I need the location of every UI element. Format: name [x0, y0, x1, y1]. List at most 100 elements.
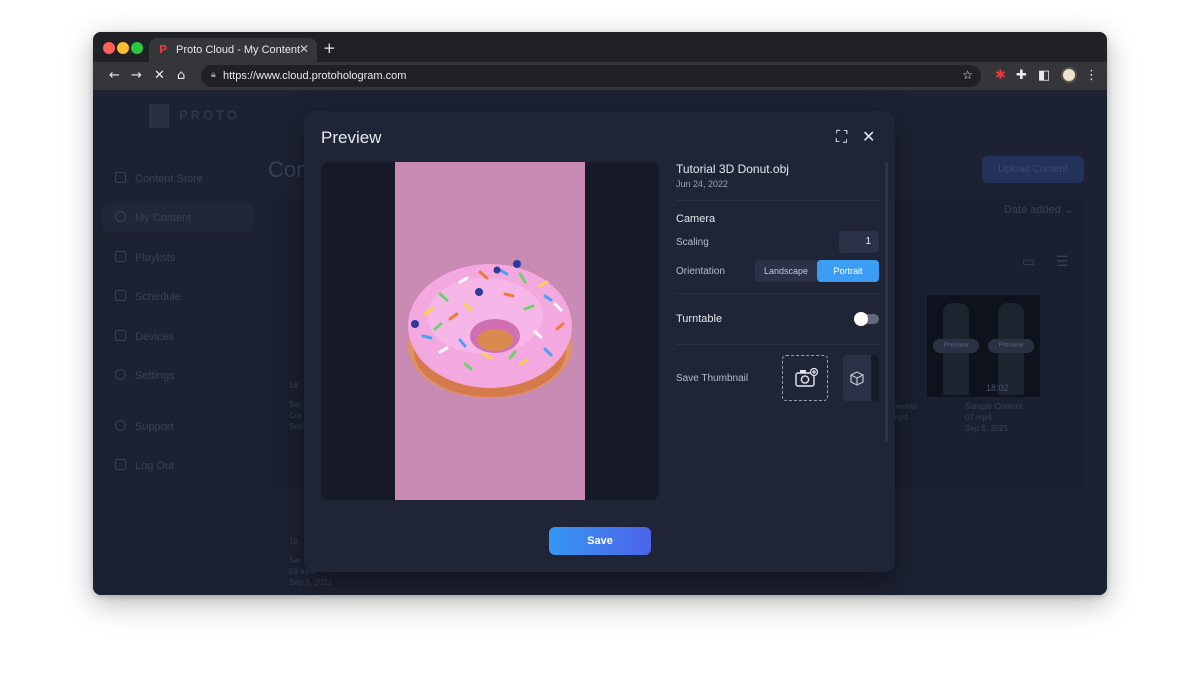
side-panel-icon[interactable]: ◧	[1038, 68, 1050, 83]
sort-dropdown[interactable]: Date added ⌄	[1004, 203, 1073, 216]
preview-badge[interactable]: Preview	[988, 339, 1034, 353]
sidebar-item-label: My Content	[135, 212, 192, 224]
fullscreen-icon[interactable]: ⛶	[836, 129, 847, 145]
portrait-preview-frame	[395, 162, 585, 500]
scaling-input[interactable]: 1	[839, 231, 879, 253]
thumbnail-preview[interactable]	[843, 355, 879, 401]
camera-plus-icon	[795, 367, 819, 387]
cart-icon	[115, 172, 126, 183]
app-background: PROTO Content Store My Content Playlists…	[93, 90, 1107, 595]
3d-box-icon	[850, 371, 864, 386]
proto-logo-mark-icon	[149, 104, 169, 128]
landscape-option[interactable]: Landscape	[755, 260, 817, 282]
scaling-label: Scaling	[676, 237, 709, 248]
tab-strip: P Proto Cloud - My Content ✕ +	[93, 32, 1107, 62]
browser-menu-icon[interactable]: ⋮	[1085, 68, 1098, 83]
portrait-option[interactable]: Portrait	[817, 260, 879, 282]
file-date: Jun 24, 2022	[676, 179, 729, 189]
sidebar-item-label: Content Store	[135, 173, 203, 185]
save-thumbnail-label: Save Thumbnail	[676, 373, 749, 384]
divider	[676, 200, 880, 201]
proto-logo: PROTO	[149, 104, 240, 128]
stop-loading-icon[interactable]: ✕	[154, 68, 165, 83]
sidebar-item-schedule[interactable]: Schedule	[115, 290, 181, 303]
calendar-icon	[115, 290, 126, 301]
browser-tab[interactable]: P Proto Cloud - My Content ✕	[149, 38, 317, 62]
address-bar[interactable]: 🔒︎ https://www.cloud.protohologram.com ☆	[201, 65, 981, 87]
sidebar-item-label: Support	[135, 421, 174, 433]
sidebar-item-label: Log Out	[135, 460, 175, 472]
close-window-dot[interactable]	[103, 42, 115, 54]
tab-close-icon[interactable]: ✕	[299, 42, 309, 56]
close-icon[interactable]: ✕	[862, 129, 875, 145]
orientation-toggle: Landscape Portrait	[755, 260, 879, 282]
duration-label: 18:02	[986, 383, 1009, 393]
minimize-window-dot[interactable]	[117, 42, 129, 54]
card-filename: 07.mp4	[965, 413, 992, 422]
modal-title: Preview	[321, 128, 382, 147]
donut-model-svg	[408, 260, 572, 398]
sidebar-item-support[interactable]: Support	[115, 420, 174, 433]
lock-icon: 🔒︎	[211, 70, 216, 80]
save-button[interactable]: Save	[549, 527, 651, 555]
preview-modal: Preview ⛶ ✕ Tutorial 3D Donut.obj Jun 24…	[304, 111, 895, 572]
divider	[676, 344, 880, 345]
forward-arrow-icon[interactable]: →	[131, 68, 142, 83]
proto-favicon-icon: P	[159, 43, 168, 56]
upload-content-button[interactable]: Upload Content	[982, 156, 1084, 183]
browser-toolbar: ← → ✕ ⌂ 🔒︎ https://www.cloud.protohologr…	[93, 62, 1107, 90]
content-card-thumbnail[interactable]: Preview 18:02	[982, 295, 1040, 397]
camera-section-title: Camera	[676, 213, 716, 225]
extensions-puzzle-icon[interactable]: ✚	[1016, 68, 1027, 83]
thumbnail-edge	[871, 355, 879, 401]
content-card-info: Sample Content 07.mp4 Sep 5, 2021	[965, 401, 1022, 434]
preview-badge[interactable]: Preview	[933, 339, 979, 353]
back-arrow-icon[interactable]: ←	[109, 68, 120, 83]
sidebar-item-settings[interactable]: Settings	[115, 369, 175, 382]
preview-settings-panel: Tutorial 3D Donut.obj Jun 24, 2022 Camer…	[676, 162, 880, 442]
donut-model-image[interactable]	[405, 254, 575, 409]
turntable-switch[interactable]	[854, 312, 879, 326]
extension-bug-icon[interactable]: ✱	[995, 68, 1006, 83]
sidebar-item-my-content[interactable]: My Content	[115, 211, 191, 224]
divider	[676, 293, 880, 294]
new-folder-icon[interactable]: ▭	[1022, 253, 1035, 270]
orientation-label: Orientation	[676, 266, 725, 277]
sidebar-item-label: Settings	[135, 370, 175, 382]
switch-knob	[854, 312, 868, 326]
3d-preview-viewport[interactable]	[321, 162, 659, 500]
profile-avatar[interactable]	[1061, 67, 1077, 83]
settings-scrollbar[interactable]	[885, 162, 888, 442]
list-view-icon[interactable]: ☰	[1056, 253, 1069, 270]
logo-text: PROTO	[179, 107, 240, 123]
turntable-label: Turntable	[676, 313, 723, 325]
new-tab-icon[interactable]: +	[323, 39, 336, 57]
sidebar-item-label: Schedule	[135, 291, 181, 303]
playlist-icon	[115, 251, 126, 262]
content-card-thumbnail[interactable]: Preview	[927, 295, 985, 397]
card-date: Sep 5, 2021	[965, 424, 1009, 433]
url-text: https://www.cloud.protohologram.com	[223, 70, 407, 82]
bookmark-star-icon[interactable]: ☆	[962, 68, 973, 82]
gear-icon	[115, 369, 126, 380]
sidebar-item-label: Devices	[135, 331, 175, 343]
sidebar-item-devices[interactable]: Devices	[115, 330, 174, 343]
logout-icon	[115, 459, 126, 470]
help-icon	[115, 420, 126, 431]
sidebar-item-label: Playlists	[135, 252, 176, 264]
card-line: Sep 5, 2021	[289, 578, 333, 587]
sidebar-item-log-out[interactable]: Log Out	[115, 459, 174, 472]
sidebar-item-playlists[interactable]: Playlists	[115, 251, 175, 264]
page-title: Con	[268, 157, 309, 182]
home-icon[interactable]: ⌂	[177, 68, 185, 83]
chevron-down-icon: ⌄	[1063, 204, 1074, 216]
sidebar-item-content-store[interactable]: Content Store	[115, 172, 203, 185]
capture-thumbnail-button[interactable]	[782, 355, 828, 401]
file-name: Tutorial 3D Donut.obj	[676, 162, 789, 176]
card-title: Sample Content	[965, 402, 1023, 411]
browser-window: P Proto Cloud - My Content ✕ + ← → ✕ ⌂ 🔒…	[93, 32, 1107, 595]
sort-label: Date added	[1004, 204, 1061, 216]
content-icon	[115, 211, 126, 222]
tab-title: Proto Cloud - My Content	[176, 44, 301, 56]
maximize-window-dot[interactable]	[131, 42, 143, 54]
